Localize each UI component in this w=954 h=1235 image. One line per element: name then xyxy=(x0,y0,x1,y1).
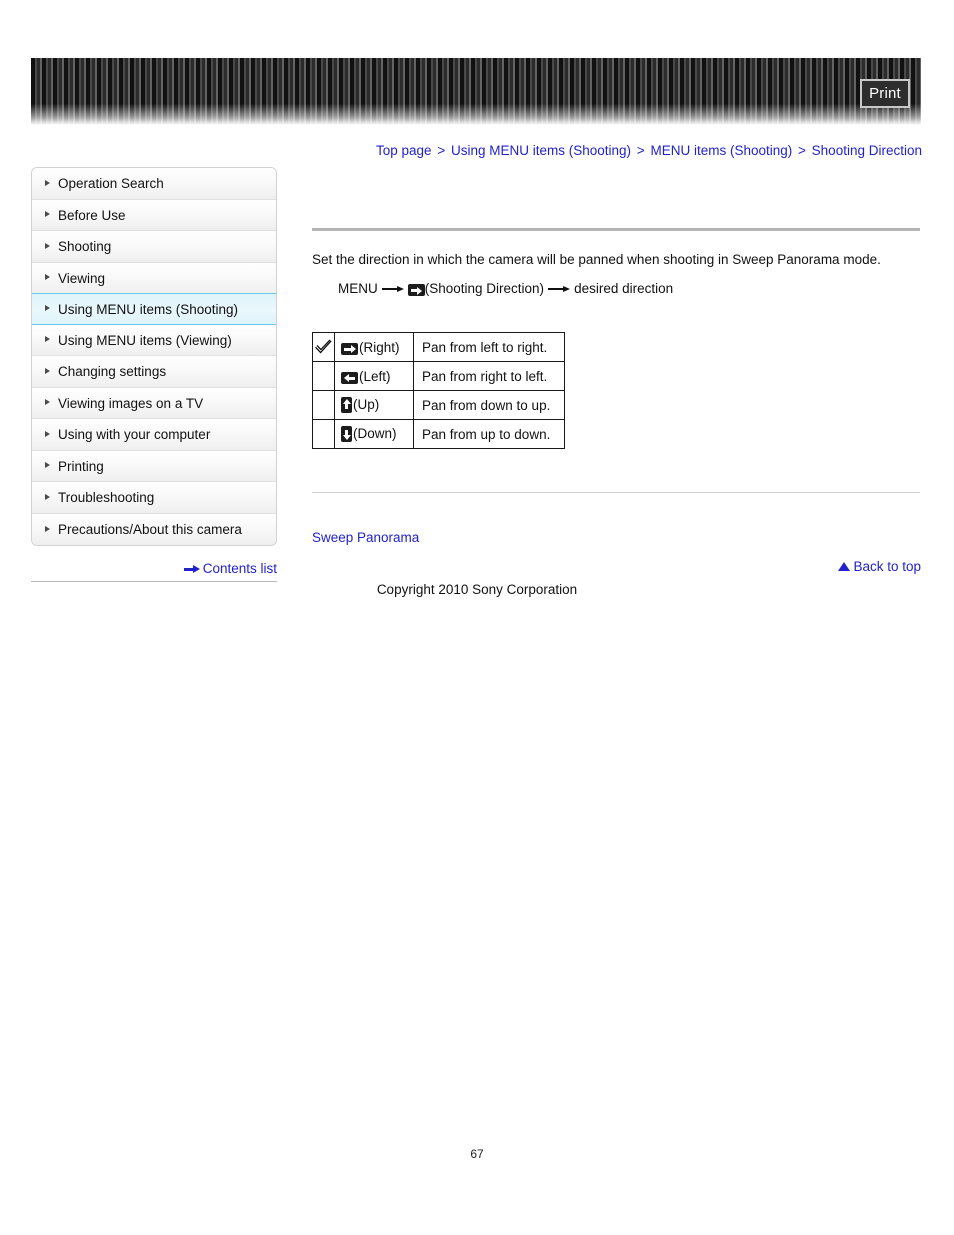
menu-path-middle: (Shooting Direction) xyxy=(424,281,545,296)
sidebar-item-label: Printing xyxy=(58,458,104,474)
option-cell: (Up) xyxy=(334,390,414,420)
table-row: (Left) Pan from right to left. xyxy=(312,361,565,391)
sidebar-item-operation-search[interactable]: Operation Search xyxy=(32,168,276,200)
option-cell: (Right) xyxy=(334,332,414,362)
arrow-down-icon xyxy=(341,426,352,442)
arrow-left-icon xyxy=(341,371,358,384)
option-cell: (Down) xyxy=(334,419,414,449)
breadcrumb-separator: > xyxy=(437,143,446,158)
triangle-right-icon xyxy=(45,179,50,186)
selected-cell xyxy=(312,390,335,420)
description-cell: Pan from left to right. xyxy=(413,332,565,362)
table-row: (Down) Pan from up to down. xyxy=(312,419,565,449)
selected-cell xyxy=(312,332,335,362)
contents-list-link[interactable]: Contents list xyxy=(183,561,277,576)
back-to-top-link[interactable]: Back to top xyxy=(838,559,921,574)
description-cell: Pan from down to up. xyxy=(413,390,565,420)
arrow-right-icon xyxy=(407,284,425,296)
triangle-right-icon xyxy=(45,242,50,249)
triangle-right-icon xyxy=(45,211,50,218)
long-arrow-right-icon xyxy=(381,285,404,293)
triangle-right-icon xyxy=(45,462,50,469)
related-link-sweep-panorama[interactable]: Sweep Panorama xyxy=(312,530,419,545)
contents-list-row: Contents list xyxy=(31,561,277,576)
triangle-right-icon xyxy=(45,525,50,532)
breadcrumb-separator: > xyxy=(636,143,645,158)
menu-path: MENU (Shooting Direction) desired directio… xyxy=(338,281,673,296)
breadcrumb-item-top-page[interactable]: Top page xyxy=(376,143,432,158)
sidebar-item-using-menu-items-shooting[interactable]: Using MENU items (Shooting) xyxy=(32,293,276,325)
sidebar-item-troubleshooting[interactable]: Troubleshooting xyxy=(32,482,276,514)
triangle-right-icon xyxy=(45,399,50,406)
triangle-up-icon xyxy=(838,562,851,571)
sidebar-item-label: Precautions/About this camera xyxy=(58,521,242,537)
triangle-right-icon xyxy=(45,367,50,374)
copyright-text: Copyright 2010 Sony Corporation xyxy=(376,582,578,597)
selected-cell xyxy=(312,419,335,449)
arrow-right-icon xyxy=(183,565,200,574)
sidebar-item-precautions-about-this-camera[interactable]: Precautions/About this camera xyxy=(32,513,276,545)
sidebar-item-before-use[interactable]: Before Use xyxy=(32,199,276,231)
page-number: 67 xyxy=(470,1147,484,1161)
breadcrumb-item-using-menu-items-shooting[interactable]: Using MENU items (Shooting) xyxy=(451,143,631,158)
arrow-right-icon xyxy=(341,342,358,355)
contents-list-label: Contents list xyxy=(202,561,277,576)
triangle-right-icon xyxy=(45,430,50,437)
arrow-up-icon xyxy=(341,397,352,413)
sidebar-item-label: Shooting xyxy=(58,239,112,254)
triangle-right-icon xyxy=(45,493,50,500)
breadcrumb-separator: > xyxy=(798,143,806,158)
back-to-top-label: Back to top xyxy=(853,559,921,574)
triangle-right-icon xyxy=(45,336,50,343)
table-row: (Right) Pan from left to right. xyxy=(312,332,565,362)
sidebar-item-using-with-your-computer[interactable]: Using with your computer xyxy=(32,419,276,451)
menu-path-end: desired direction xyxy=(574,281,674,296)
sidebar-item-label: Using MENU items (Shooting) xyxy=(58,302,239,317)
sidebar-item-using-menu-items-viewing[interactable]: Using MENU items (Viewing) xyxy=(32,324,276,356)
option-label: (Up) xyxy=(353,397,380,412)
table-row: (Up) Pan from down to up. xyxy=(312,390,565,420)
option-label: (Right) xyxy=(359,339,400,355)
triangle-right-icon xyxy=(45,305,50,312)
sidebar-item-label: Troubleshooting xyxy=(58,490,155,505)
sidebar-item-label: Using with your computer xyxy=(58,427,211,442)
sidebar-item-viewing[interactable]: Viewing xyxy=(32,262,276,294)
shooting-direction-table: (Right) Pan from left to right. (Left) P… xyxy=(312,332,565,449)
option-cell: (Left) xyxy=(334,361,414,391)
description-cell: Pan from right to left. xyxy=(413,361,565,391)
long-arrow-right-icon xyxy=(548,285,571,293)
option-label: (Down) xyxy=(353,426,397,441)
sidebar-item-viewing-images-on-a-tv[interactable]: Viewing images on a TV xyxy=(32,387,276,419)
breadcrumb-item-shooting-direction[interactable]: Shooting Direction xyxy=(812,143,922,158)
menu-path-start: MENU xyxy=(338,281,378,296)
sidebar-item-label: Using MENU items (Viewing) xyxy=(58,332,232,348)
option-label: (Left) xyxy=(359,368,391,384)
sidebar-item-label: Before Use xyxy=(58,207,126,223)
sidebar-item-label: Changing settings xyxy=(58,364,167,379)
sidebar-item-label: Viewing images on a TV xyxy=(58,395,204,411)
check-icon xyxy=(314,339,333,355)
sidebar-item-shooting[interactable]: Shooting xyxy=(32,231,276,263)
sidebar-item-label: Viewing xyxy=(58,270,106,286)
content-top-divider xyxy=(312,228,920,231)
breadcrumb-item-menu-items-shooting[interactable]: MENU items (Shooting) xyxy=(650,143,792,158)
breadcrumb: Top page > Using MENU items (Shooting) >… xyxy=(312,143,922,158)
sidebar-item-changing-settings[interactable]: Changing settings xyxy=(32,356,276,388)
sidebar-item-label: Operation Search xyxy=(58,176,164,191)
sidebar-nav: Operation Search Before Use Shooting Vie… xyxy=(31,167,277,546)
content-bottom-divider xyxy=(312,492,920,493)
description-cell: Pan from up to down. xyxy=(413,419,565,449)
print-button[interactable]: Print xyxy=(860,79,910,108)
page-description: Set the direction in which the camera wi… xyxy=(312,252,881,267)
sidebar-item-printing[interactable]: Printing xyxy=(32,450,276,482)
header-banner: Print xyxy=(31,58,921,125)
selected-cell xyxy=(312,361,335,391)
triangle-right-icon xyxy=(45,274,50,281)
